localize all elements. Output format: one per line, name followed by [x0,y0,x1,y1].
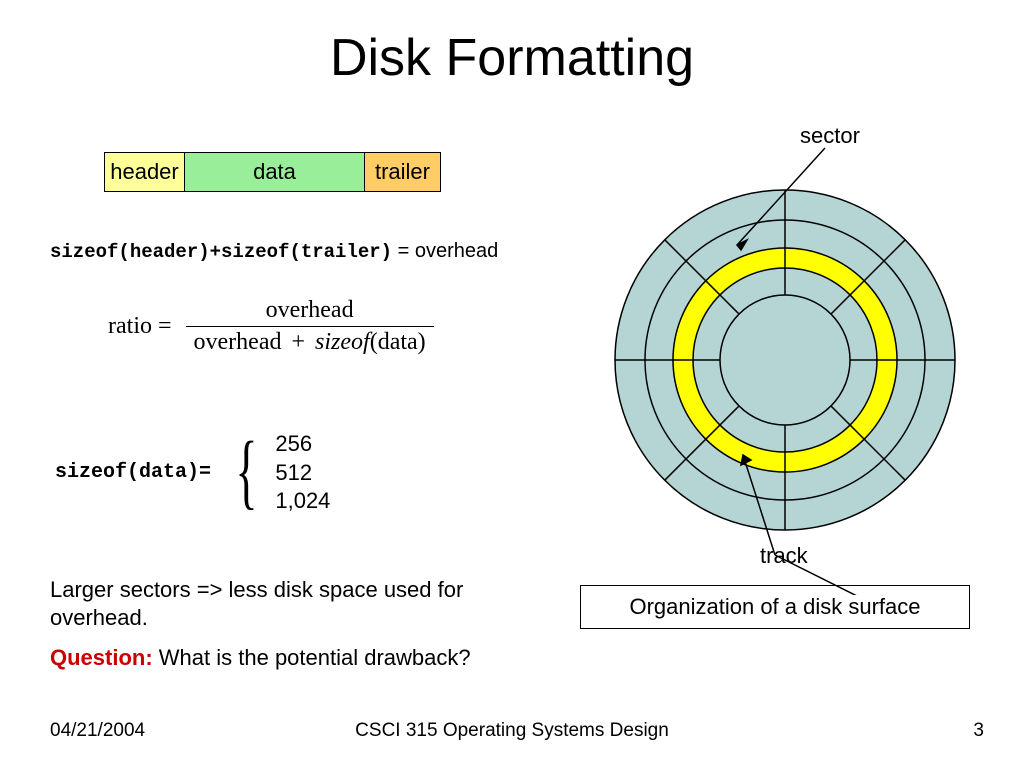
disk-caption: Organization of a disk surface [580,585,970,629]
larger-sector-text: Larger sectors => less disk space used f… [50,576,550,631]
footer-course: CSCI 315 Operating Systems Design [0,720,1024,742]
size-option: 256 [275,430,330,459]
size-list: 256 512 1,024 [275,430,330,516]
size-option: 1,024 [275,487,330,516]
den-plus: + [287,329,309,355]
size-option: 512 [275,459,330,488]
den-sizeof: sizeof [315,329,370,355]
overhead-mono: sizeof(header)+sizeof(trailer) [50,241,392,263]
block-header: header [105,153,185,191]
brace-icon: { [226,443,261,502]
den-overhead: overhead [194,329,282,355]
den-arg: (data) [370,329,426,355]
overhead-eq: = overhead [392,240,498,262]
question-text: What is the potential drawback? [153,645,471,670]
sizeof-data-label: sizeof(data)= [55,461,211,484]
sector-block-row: header data trailer [104,152,441,192]
block-trailer: trailer [365,153,440,191]
disk-svg [590,145,980,595]
block-data: data [185,153,365,191]
question-label: Question: [50,645,153,670]
slide-title: Disk Formatting [0,28,1024,88]
ratio-den: overhead + sizeof(data) [186,327,434,358]
sector-label: sector [800,123,860,149]
ratio-lhs: ratio [108,313,152,340]
question-line: Question: What is the potential drawback… [50,645,471,671]
overhead-equation: sizeof(header)+sizeof(trailer) = overhea… [50,240,498,263]
ratio-eq: = [152,313,178,340]
ratio-equation: ratio = overhead overhead + sizeof(data) [108,295,434,358]
disk-diagram: sector track [590,145,980,595]
sizeof-data-block: sizeof(data)= { 256 512 1,024 [55,430,330,516]
track-label: track [760,543,808,569]
footer-page: 3 [973,720,984,742]
ratio-fraction: overhead overhead + sizeof(data) [186,295,434,358]
ratio-num: overhead [258,295,362,326]
